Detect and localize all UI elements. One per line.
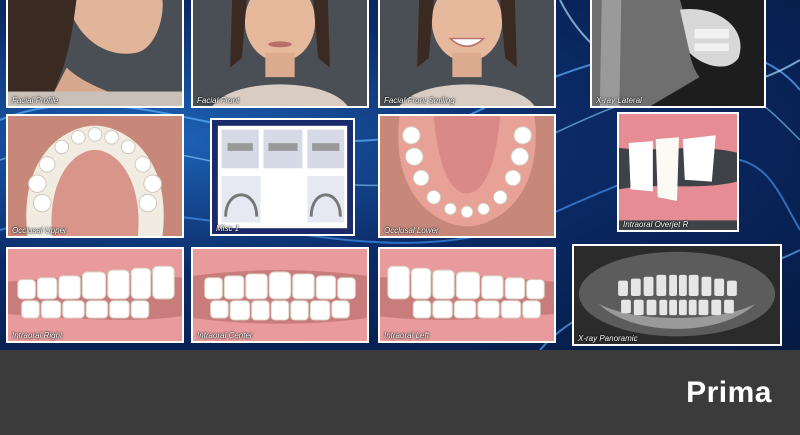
facial-front-smiling-photo[interactable]: Facial Front Smiling	[378, 0, 556, 108]
xray-lateral-icon	[592, 0, 764, 106]
upper-arch-icon	[8, 116, 182, 236]
caption-intraoral-right: Intraoral Right	[12, 331, 63, 340]
face-front-icon	[193, 0, 367, 106]
intraoral-overjet-photo[interactable]: Intraoral Overjet R	[617, 112, 739, 232]
brand-logo-text: Prima	[686, 376, 772, 409]
caption-facial-front: Facial Front	[197, 96, 240, 105]
intraoral-right-photo[interactable]: Intraoral Right	[6, 247, 184, 343]
caption-intraoral-left: Intraoral Left	[384, 331, 429, 340]
intraoral-center-photo[interactable]: Intraoral Center	[191, 247, 369, 343]
intraoral-left-photo[interactable]: Intraoral Left	[378, 247, 556, 343]
teeth-right-icon	[8, 249, 182, 341]
caption-facial-front-smiling: Facial Front Smiling	[384, 96, 455, 105]
photo-board: Facial Profile Facial Front Facial Front…	[0, 0, 800, 350]
teeth-left-icon	[380, 249, 554, 341]
face-profile-icon	[8, 0, 182, 106]
caption-occlusal-lower: Occlusal Lower	[384, 226, 439, 235]
xray-lateral-image[interactable]: X-ray Lateral	[590, 0, 766, 108]
xray-panoramic-icon	[574, 246, 780, 344]
xray-panoramic-image[interactable]: X-ray Panoramic	[572, 244, 782, 346]
overjet-teeth-icon	[619, 114, 737, 230]
caption-occlusal-upper: Occlusal Upper	[12, 226, 67, 235]
caption-intraoral-center: Intraoral Center	[197, 331, 253, 340]
model-sheet-icon	[212, 120, 353, 234]
facial-front-photo[interactable]: Facial Front	[191, 0, 369, 108]
occlusal-lower-photo[interactable]: Occlusal Lower	[378, 114, 556, 238]
caption-misc: Misc 1	[216, 224, 240, 233]
face-smiling-icon	[380, 0, 554, 106]
footer-bar: Prima	[0, 350, 800, 435]
caption-facial-profile: Facial Profile	[12, 96, 59, 105]
occlusal-upper-photo[interactable]: Occlusal Upper	[6, 114, 184, 238]
caption-xray-lateral: X-ray Lateral	[596, 96, 642, 105]
caption-xray-panoramic: X-ray Panoramic	[578, 334, 638, 343]
facial-profile-photo[interactable]: Facial Profile	[6, 0, 184, 108]
caption-intraoral-overjet: Intraoral Overjet R	[623, 220, 689, 229]
teeth-center-icon	[193, 249, 367, 341]
lower-arch-icon	[380, 116, 554, 236]
misc-document[interactable]: Misc 1	[210, 118, 355, 236]
